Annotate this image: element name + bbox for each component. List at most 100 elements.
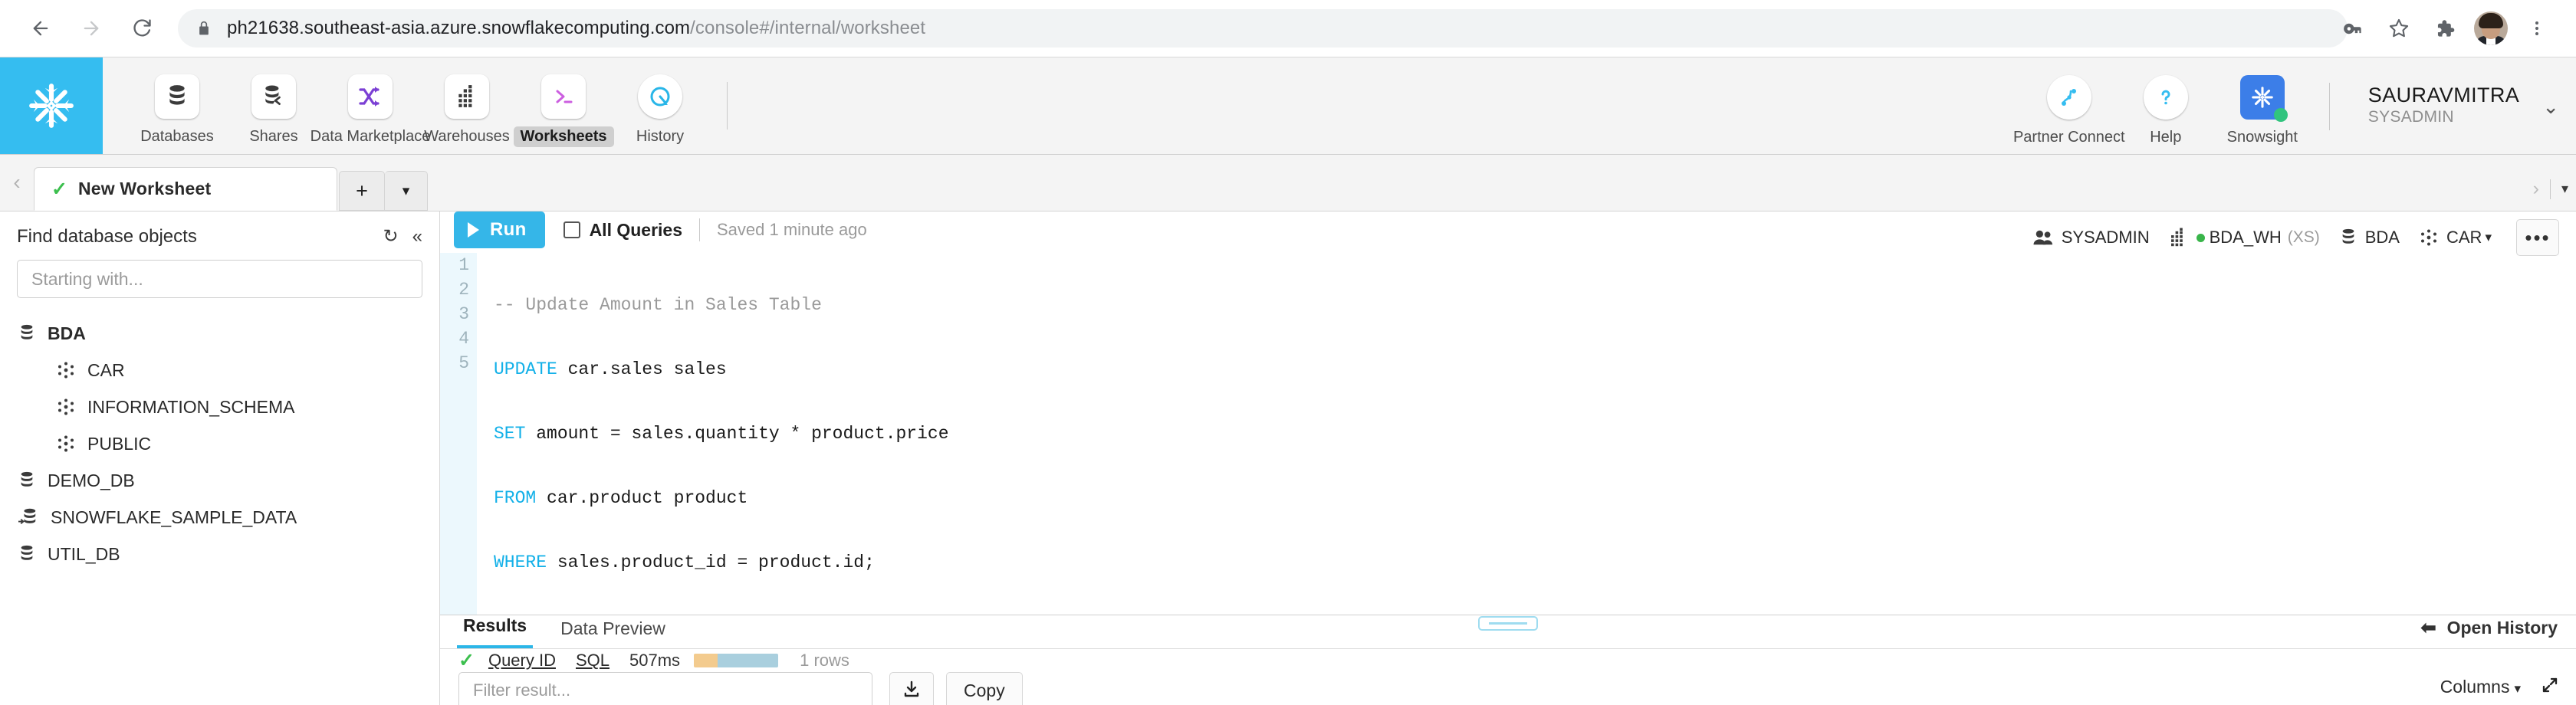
filter-result-box[interactable] <box>458 672 872 705</box>
three-dot-menu-icon[interactable] <box>2515 6 2559 51</box>
run-button-label: Run <box>490 219 527 240</box>
snowflake-logo[interactable] <box>0 57 103 154</box>
tree-item-label: DEMO_DB <box>48 470 135 490</box>
tree-item-car[interactable]: CAR <box>0 352 439 389</box>
context-warehouse-label: BDA_WH <box>2209 228 2282 247</box>
nav-divider <box>727 82 728 130</box>
workspace: Find database objects ↻ « BDA CAR <box>0 212 2576 705</box>
url-text: ph21638.southeast-asia.azure.snowflakeco… <box>227 18 925 39</box>
shared-database-icon <box>18 508 38 526</box>
context-role-selector[interactable]: SYSADMIN <box>2033 228 2150 248</box>
database-icon <box>18 324 35 343</box>
query-id-link[interactable]: Query ID <box>488 651 556 671</box>
refresh-icon[interactable]: ↻ <box>383 225 399 248</box>
database-search-input[interactable] <box>31 268 408 290</box>
worksheet-list-caret-icon[interactable]: ▾ <box>2561 181 2568 197</box>
query-progress-bar <box>694 654 779 667</box>
all-queries-label: All Queries <box>589 219 682 240</box>
expand-icon[interactable] <box>2541 676 2559 698</box>
tabbar-right-controls: › ▾ <box>2533 178 2568 200</box>
nav-label: Warehouses <box>424 127 510 145</box>
sidebar-title: Find database objects <box>17 225 197 247</box>
editor-code[interactable]: -- Update Amount in Sales Table UPDATE c… <box>477 253 949 615</box>
forward-icon[interactable] <box>67 5 115 52</box>
chevron-left-icon[interactable]: ‹ <box>0 154 34 211</box>
worksheet-tab-new-worksheet[interactable]: ✓ New Worksheet <box>34 167 337 211</box>
sidebar-actions: ↻ « <box>383 225 422 248</box>
filter-result-input[interactable] <box>473 680 858 700</box>
account-block[interactable]: SAURAVMITRA SYSADMIN <box>2368 84 2519 129</box>
nav-item-snowsight[interactable]: Snowsight <box>2214 66 2311 148</box>
worksheet-tab-label: New Worksheet <box>77 179 212 198</box>
database-icon <box>2340 228 2357 247</box>
download-button[interactable] <box>889 672 934 705</box>
tree-item-label: BDA <box>48 323 86 343</box>
tree-item-snowflake-sample-data[interactable]: SNOWFLAKE_SAMPLE_DATA <box>0 499 439 536</box>
progress-segment-execute <box>717 654 779 667</box>
check-icon: ✓ <box>51 178 67 200</box>
progress-segment-compile <box>694 654 718 667</box>
url-path: /console#/internal/worksheet <box>690 18 926 38</box>
nav-item-help[interactable]: Help <box>2118 66 2214 148</box>
line-number: 2 <box>458 280 469 300</box>
address-bar[interactable]: ph21638.southeast-asia.azure.snowflakeco… <box>178 9 2348 48</box>
browser-toolbar: ph21638.southeast-asia.azure.snowflakeco… <box>0 0 2576 57</box>
warehouse-status-dot <box>2196 233 2205 242</box>
context-database-selector[interactable]: BDA <box>2340 228 2400 248</box>
open-history-button[interactable]: ⬅ Open History <box>2420 617 2558 639</box>
star-icon[interactable] <box>2377 6 2421 51</box>
add-worksheet-button[interactable]: + <box>339 171 385 211</box>
tab-data-preview[interactable]: Data Preview <box>554 618 672 648</box>
url-host: ph21638.southeast-asia.azure.snowflakeco… <box>227 18 691 38</box>
profile-avatar[interactable] <box>2469 6 2513 51</box>
check-icon: ✓ <box>458 650 475 671</box>
tree-item-bda[interactable]: BDA <box>0 315 439 352</box>
toolbar-divider <box>699 218 700 241</box>
copy-button[interactable]: Copy <box>946 672 1023 705</box>
tree-item-label: INFORMATION_SCHEMA <box>87 396 295 417</box>
all-queries-checkbox[interactable]: All Queries <box>563 219 682 241</box>
worksheet-toolbar: Run All Queries Saved 1 minute ago SYSAD… <box>440 212 2576 256</box>
code-line: WHERE sales.product_id = product.id; <box>494 550 949 575</box>
tabbar-divider <box>2549 179 2551 199</box>
worksheet-menu-caret-icon[interactable]: ▾ <box>385 171 428 211</box>
chevron-down-icon: ▾ <box>2514 681 2521 696</box>
worksheet-tabbar: ‹ ✓ New Worksheet + ▾ › ▾ <box>0 155 2576 212</box>
nav-item-partner-connect[interactable]: Partner Connect <box>2013 66 2125 148</box>
extensions-icon[interactable] <box>2423 6 2467 51</box>
sql-editor[interactable]: 1 2 3 4 5 -- Update Amount in Sales Tabl… <box>440 248 2576 615</box>
row-count: 1 rows <box>800 651 849 671</box>
sql-link[interactable]: SQL <box>576 651 610 671</box>
collapse-icon[interactable]: « <box>412 226 422 248</box>
open-history-label: Open History <box>2446 618 2558 638</box>
sidebar-header: Find database objects ↻ « <box>0 216 439 252</box>
context-database-label: BDA <box>2364 228 2400 247</box>
nav-item-data-marketplace[interactable]: Data Marketplace <box>310 65 430 147</box>
key-icon[interactable] <box>2331 6 2375 51</box>
tree-item-util-db[interactable]: UTIL_DB <box>0 536 439 572</box>
context-schema-selector[interactable]: CAR ▾ <box>2420 228 2492 248</box>
tree-item-public[interactable]: PUBLIC <box>0 425 439 462</box>
back-icon[interactable] <box>17 5 64 52</box>
columns-label: Columns <box>2440 677 2510 697</box>
nav-item-history[interactable]: History <box>612 65 708 147</box>
results-column-controls: Columns ▾ <box>2440 676 2559 698</box>
columns-dropdown[interactable]: Columns ▾ <box>2440 677 2521 697</box>
tab-results[interactable]: Results <box>457 615 534 648</box>
chevron-right-icon[interactable]: › <box>2533 178 2539 200</box>
reload-icon[interactable] <box>118 5 166 52</box>
context-warehouse-selector[interactable]: BDA_WH (XS) <box>2170 228 2320 248</box>
nav-item-worksheets[interactable]: Worksheets <box>513 65 614 147</box>
tree-item-label: UTIL_DB <box>48 543 120 564</box>
line-number: 5 <box>458 353 469 373</box>
tree-item-demo-db[interactable]: DEMO_DB <box>0 462 439 499</box>
database-search-box[interactable] <box>17 260 422 298</box>
topnav-items: Databases Shares Data Marketplace Wareho… <box>103 57 746 154</box>
nav-item-warehouses[interactable]: Warehouses <box>419 65 515 147</box>
tree-item-information-schema[interactable]: INFORMATION_SCHEMA <box>0 389 439 425</box>
run-button[interactable]: Run <box>454 212 545 248</box>
context-schema-label: CAR <box>2446 228 2482 247</box>
nav-item-databases[interactable]: Databases <box>129 65 225 147</box>
play-icon <box>468 222 479 238</box>
chevron-down-icon[interactable]: ⌄ <box>2542 95 2559 119</box>
